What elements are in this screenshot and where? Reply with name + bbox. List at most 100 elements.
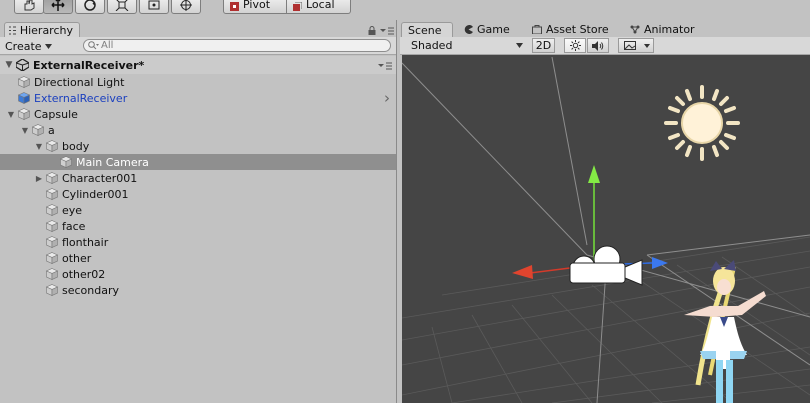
hierarchy-item-label: ExternalReceiver	[34, 91, 128, 105]
hierarchy-tree: ▼ ExternalReceiver* Directional Light Ext…	[0, 55, 396, 298]
transform-tool-button[interactable]	[171, 0, 201, 14]
collapse-arrow-icon[interactable]: ▶	[34, 173, 44, 183]
chevron-down-icon	[44, 43, 52, 49]
gameobject-cube-icon	[46, 268, 58, 280]
gameobject-cube-icon	[18, 92, 30, 104]
camera-frustum	[402, 56, 810, 403]
expand-arrow-icon[interactable]: ▼	[34, 141, 44, 151]
hierarchy-item[interactable]: ExternalReceiver ›	[0, 89, 396, 107]
sun-icon	[569, 40, 581, 51]
asset-store-tab-label: Asset Store	[546, 23, 609, 36]
list-icon	[9, 26, 16, 34]
tab-game[interactable]: Game	[458, 22, 520, 37]
tab-animator[interactable]: Animator	[624, 22, 704, 37]
rect-tool-button[interactable]	[139, 0, 169, 14]
camera-icon[interactable]	[569, 245, 643, 286]
hierarchy-item[interactable]: Main Camera	[0, 154, 396, 170]
hierarchy-item[interactable]: ▼ body	[0, 138, 396, 154]
hierarchy-item[interactable]: other02	[0, 266, 396, 282]
expand-arrow-icon[interactable]: ▼	[4, 60, 14, 70]
store-icon	[532, 25, 542, 34]
tab-scene[interactable]: Scene	[401, 22, 453, 37]
gameobject-cube-icon	[46, 252, 58, 264]
hierarchy-tab-bar: Hierarchy	[0, 20, 396, 37]
hierarchy-item-label: Directional Light	[34, 75, 125, 89]
hierarchy-item-label: other02	[62, 267, 106, 281]
scene-root-row[interactable]: ▼ ExternalReceiver*	[0, 56, 396, 74]
hierarchy-item[interactable]: ▼ a	[0, 122, 396, 138]
mode-2d-label: 2D	[535, 39, 552, 52]
pivot-icon	[230, 2, 239, 11]
hierarchy-item-label: eye	[62, 203, 83, 217]
speaker-icon	[592, 40, 604, 51]
hierarchy-item-label: Main Camera	[76, 155, 149, 169]
hand-tool-button[interactable]	[14, 0, 44, 14]
rect-tool-icon	[148, 0, 160, 10]
hierarchy-item[interactable]: ▼ Capsule	[0, 106, 396, 122]
chevron-right-icon[interactable]: ›	[384, 89, 390, 107]
scene-toolbar: Shaded 2D	[400, 37, 810, 55]
local-icon	[293, 2, 302, 11]
pivot-label: Pivot	[243, 0, 271, 11]
rotate-tool-button[interactable]	[75, 0, 105, 14]
hierarchy-tab-label: Hierarchy	[19, 23, 73, 37]
hierarchy-item-label: a	[48, 123, 55, 137]
hierarchy-item-label: other	[62, 251, 92, 265]
audio-toggle-button[interactable]	[587, 38, 609, 53]
scene-name-label: ExternalReceiver*	[33, 58, 145, 72]
animator-icon	[630, 25, 640, 34]
hierarchy-panel: Hierarchy Create All ▼ ExternalReceiver*…	[0, 20, 397, 403]
expand-arrow-icon[interactable]: ▼	[6, 109, 16, 119]
gameobject-cube-icon	[46, 140, 58, 152]
character-model[interactable]	[684, 260, 766, 403]
move-icon	[51, 0, 65, 11]
toggle-2d-button[interactable]: 2D	[532, 38, 555, 53]
scene-panel: Scene Game Asset Store Animator Shaded 2…	[400, 20, 810, 403]
move-tool-button[interactable]	[43, 0, 73, 14]
hierarchy-item[interactable]: ▶ Character001	[0, 170, 396, 186]
hierarchy-item[interactable]: eye	[0, 202, 396, 218]
scene-tab-bar: Scene Game Asset Store Animator	[400, 20, 810, 37]
gameobject-cube-icon	[18, 76, 30, 88]
game-tab-label: Game	[477, 23, 510, 36]
lighting-toggle-button[interactable]	[564, 38, 586, 53]
animator-tab-label: Animator	[644, 23, 695, 36]
tab-asset-store[interactable]: Asset Store	[526, 22, 618, 37]
hierarchy-item[interactable]: Directional Light	[0, 74, 396, 90]
gameobject-cube-icon	[46, 172, 58, 184]
rotate-icon	[84, 0, 96, 11]
hand-icon	[24, 0, 35, 11]
shading-mode-dropdown[interactable]: Shaded	[406, 38, 526, 53]
effects-dropdown[interactable]	[618, 38, 654, 53]
sun-gizmo[interactable]	[664, 85, 740, 161]
hierarchy-item-label: flonthair	[62, 235, 109, 249]
scale-tool-button[interactable]	[107, 0, 137, 14]
search-placeholder: All	[101, 40, 114, 51]
hierarchy-item-label: face	[62, 219, 86, 233]
image-icon	[624, 41, 636, 50]
local-toggle-button[interactable]: Local	[287, 0, 351, 14]
create-dropdown[interactable]: Create	[5, 39, 52, 53]
chevron-down-icon	[516, 43, 523, 48]
chevron-down-icon	[644, 44, 650, 48]
panel-menu-icon[interactable]	[380, 27, 394, 35]
hierarchy-item[interactable]: face	[0, 218, 396, 234]
hierarchy-item-label: Character001	[62, 171, 138, 185]
scene-menu-icon[interactable]	[378, 62, 392, 70]
local-label: Local	[306, 0, 335, 11]
tab-hierarchy[interactable]: Hierarchy	[4, 22, 80, 37]
hierarchy-item[interactable]: flonthair	[0, 234, 396, 250]
expand-arrow-icon[interactable]: ▼	[20, 125, 30, 135]
scale-icon	[115, 0, 129, 11]
hierarchy-item[interactable]: secondary	[0, 282, 396, 298]
hierarchy-item[interactable]: Cylinder001	[0, 186, 396, 202]
hierarchy-search-input[interactable]: All	[83, 39, 391, 52]
pivot-toggle-button[interactable]: Pivot	[223, 0, 287, 14]
gameobject-cube-icon	[46, 284, 58, 296]
hierarchy-item[interactable]: other	[0, 250, 396, 266]
lock-icon[interactable]	[368, 26, 376, 35]
scene-canvas[interactable]	[402, 55, 810, 403]
main-toolbar: Pivot Local	[0, 0, 810, 20]
scene-viewport[interactable]	[402, 55, 810, 403]
gameobject-cube-icon	[32, 124, 44, 136]
